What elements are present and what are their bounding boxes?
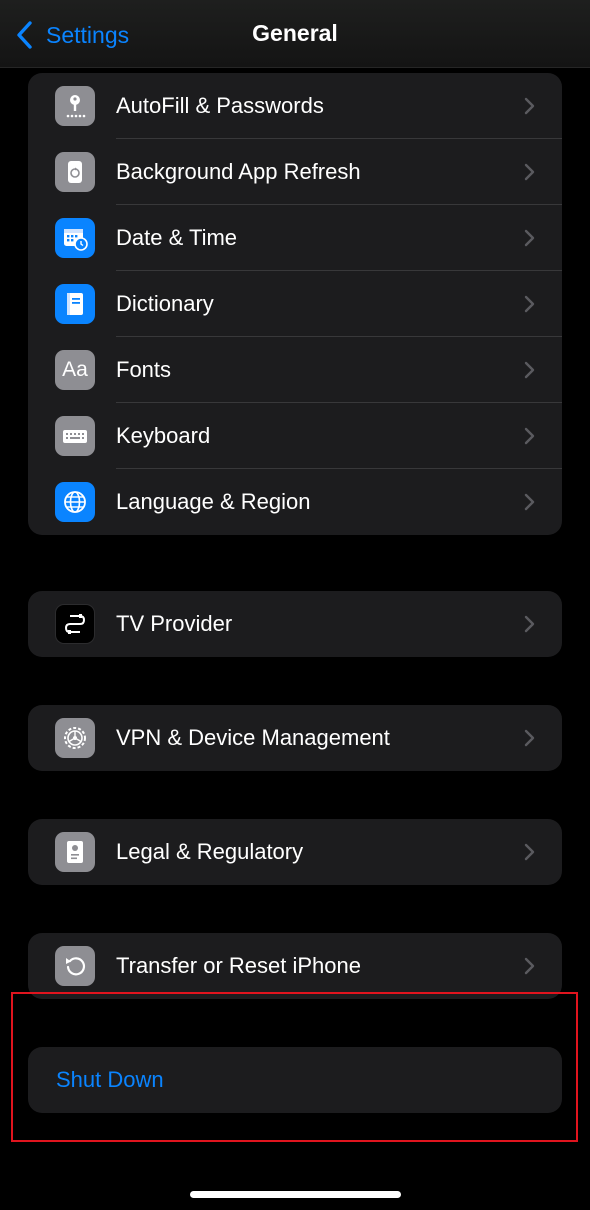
list-item-background-app-refresh[interactable]: Background App Refresh: [28, 139, 562, 205]
list-item-legal-regulatory[interactable]: Legal & Regulatory: [28, 819, 562, 885]
chevron-right-icon: [524, 493, 535, 511]
globe-icon: [55, 482, 95, 522]
list-item-tv-provider[interactable]: TV Provider: [28, 591, 562, 657]
settings-general-screen: Settings General AutoFill & Passwords Ba…: [0, 0, 590, 1210]
list-item-dictionary[interactable]: Dictionary: [28, 271, 562, 337]
key-icon: [55, 86, 95, 126]
chevron-right-icon: [524, 957, 535, 975]
list-item-keyboard[interactable]: Keyboard: [28, 403, 562, 469]
page-title: General: [252, 20, 338, 46]
legal-group: Legal & Regulatory: [28, 819, 562, 885]
shutdown-group: Shut Down: [28, 1047, 562, 1113]
document-icon: [55, 832, 95, 872]
chevron-right-icon: [524, 163, 535, 181]
chevron-right-icon: [524, 729, 535, 747]
app-refresh-icon: [55, 152, 95, 192]
list-item-label: Keyboard: [116, 423, 211, 448]
navigation-bar: Settings General: [0, 0, 590, 68]
shut-down-button[interactable]: Shut Down: [28, 1047, 562, 1113]
chevron-right-icon: [524, 615, 535, 633]
list-item-label: Fonts: [116, 357, 172, 382]
fonts-icon-glyph: Aa: [62, 358, 88, 381]
list-item-vpn-device-management[interactable]: VPN & Device Management: [28, 705, 562, 771]
tv-provider-icon: [55, 604, 95, 644]
general-settings-group: AutoFill & Passwords Background App Refr…: [28, 73, 562, 535]
chevron-right-icon: [524, 843, 535, 861]
transfer-reset-group: Transfer or Reset iPhone: [28, 933, 562, 999]
list-item-label: AutoFill & Passwords: [116, 93, 324, 118]
chevron-right-icon: [524, 97, 535, 115]
list-item-label: TV Provider: [116, 611, 233, 636]
vpn-group: VPN & Device Management: [28, 705, 562, 771]
list-item-transfer-reset-iphone[interactable]: Transfer or Reset iPhone: [28, 933, 562, 999]
list-item-fonts[interactable]: Aa Fonts: [28, 337, 562, 403]
home-indicator: [190, 1191, 401, 1198]
list-item-label: Legal & Regulatory: [116, 839, 304, 864]
list-item-label: Date & Time: [116, 225, 238, 250]
fonts-icon: Aa: [55, 350, 95, 390]
book-icon: [55, 284, 95, 324]
tv-provider-group: TV Provider: [28, 591, 562, 657]
list-item-label: Background App Refresh: [116, 159, 361, 184]
chevron-right-icon: [524, 427, 535, 445]
chevron-right-icon: [524, 361, 535, 379]
keyboard-icon: [55, 416, 95, 456]
list-item-label: Language & Region: [116, 489, 311, 514]
reset-icon: [55, 946, 95, 986]
list-item-label: Transfer or Reset iPhone: [116, 953, 361, 978]
chevron-right-icon: [524, 295, 535, 313]
chevron-right-icon: [524, 229, 535, 247]
list-item-label: VPN & Device Management: [116, 725, 390, 750]
list-item-label: Dictionary: [116, 291, 214, 316]
gear-icon: [55, 718, 95, 758]
calendar-clock-icon: [55, 218, 95, 258]
list-item-language-region[interactable]: Language & Region: [28, 469, 562, 535]
shut-down-label: Shut Down: [56, 1067, 164, 1092]
list-item-autofill-passwords[interactable]: AutoFill & Passwords: [28, 73, 562, 139]
list-item-date-time[interactable]: Date & Time: [28, 205, 562, 271]
